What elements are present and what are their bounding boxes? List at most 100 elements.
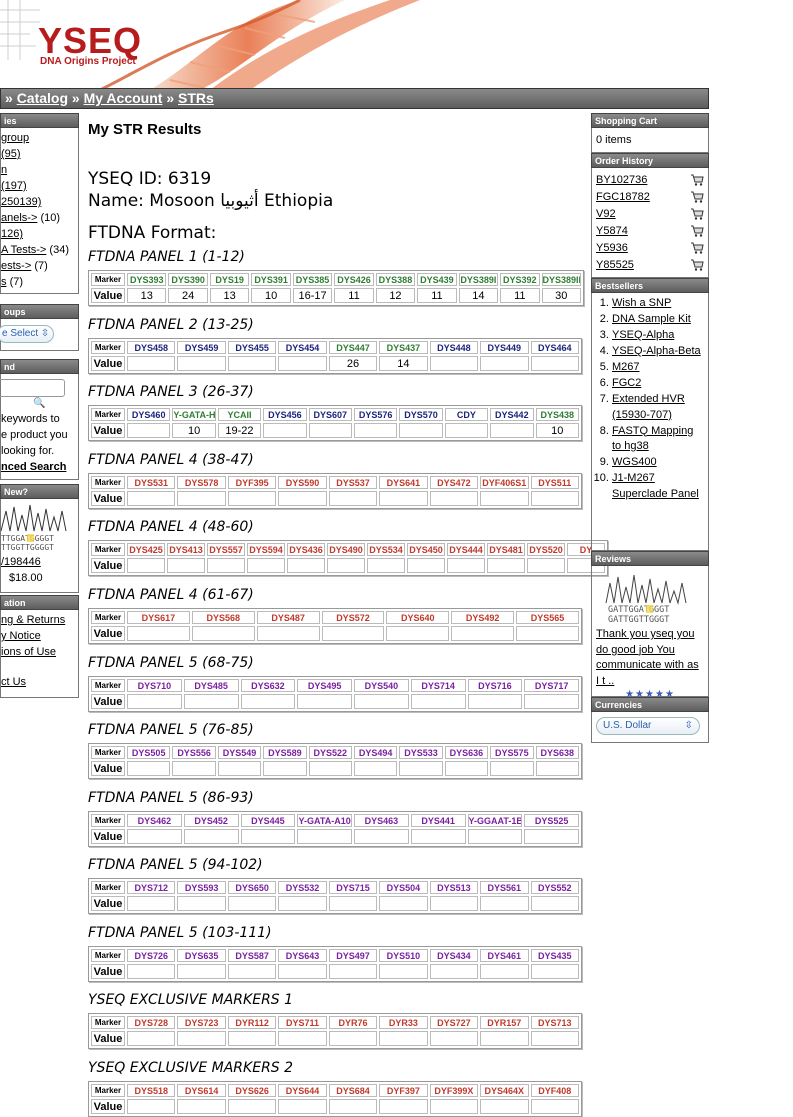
- str-panel-table: Marker DYS726 DYS635 DYS587 DYS643 DYS497 DYS5…: [88, 946, 582, 982]
- currency-select[interactable]: U.S. Dollar ⇳: [596, 717, 700, 735]
- svg-text:TTGGTTGGGGT: TTGGTTGGGGT: [1, 543, 54, 551]
- marker-label: Marker: [91, 341, 125, 354]
- order-history-link[interactable]: Y5874: [596, 225, 628, 237]
- info-link-contact[interactable]: ct Us: [1, 674, 78, 690]
- bestseller-item[interactable]: J1-M267 Superclade Panel: [612, 471, 704, 502]
- order-history-item[interactable]: FGC18782: [596, 188, 704, 205]
- marker-name: DYS504: [379, 881, 428, 894]
- bestseller-item[interactable]: YSEQ-Alpha-Beta: [612, 344, 704, 360]
- marker-value: [480, 896, 529, 911]
- marker-name: DYS413: [167, 543, 205, 556]
- marker-name: DYS607: [308, 408, 352, 421]
- marker-value: [429, 896, 479, 911]
- cart-icon[interactable]: [690, 174, 704, 186]
- bestseller-item[interactable]: WGS400: [612, 455, 704, 471]
- marker-value: [127, 558, 165, 573]
- order-history-link[interactable]: BY102736: [596, 174, 647, 186]
- groups-select[interactable]: e Select ⇳: [0, 325, 55, 343]
- advanced-search-link[interactable]: nced Search: [1, 459, 78, 475]
- marker-name: DYS640: [386, 611, 450, 624]
- info-link-shipping[interactable]: ng & Returns: [1, 612, 78, 628]
- marker-name: DYF408: [530, 1084, 579, 1097]
- bestseller-item[interactable]: FGC2: [612, 376, 704, 392]
- category-item[interactable]: 250139): [1, 194, 78, 210]
- order-history-item[interactable]: V92: [596, 205, 704, 222]
- category-item[interactable]: (197): [1, 178, 78, 194]
- order-history-link[interactable]: Y85525: [596, 259, 634, 271]
- marker-name: DYS497: [328, 949, 378, 962]
- category-item[interactable]: 126): [1, 226, 78, 242]
- marker-name: DYS492: [451, 611, 515, 624]
- bestseller-item[interactable]: DNA Sample Kit: [612, 312, 704, 328]
- category-item[interactable]: s (7): [1, 274, 78, 290]
- cart-icon[interactable]: [690, 225, 704, 237]
- marker-value: [321, 626, 385, 641]
- search-icon[interactable]: 🔍: [1, 397, 78, 411]
- bestseller-item[interactable]: Wish a SNP: [612, 296, 704, 312]
- value-label: Value: [91, 761, 125, 776]
- info-link-privacy[interactable]: y Notice: [1, 628, 78, 644]
- value-row: Value: [91, 1031, 579, 1046]
- marker-value: [527, 558, 565, 573]
- order-history-item[interactable]: BY102736: [596, 171, 704, 188]
- marker-value: 11: [500, 288, 540, 303]
- marker-value: [444, 423, 489, 438]
- marker-name: DYS578: [177, 476, 226, 489]
- category-item[interactable]: group: [1, 130, 78, 146]
- breadcrumb-strs[interactable]: STRs: [178, 90, 214, 106]
- value-label: Value: [91, 558, 125, 573]
- bestseller-item[interactable]: Extended HVR (15930-707): [612, 392, 704, 423]
- marker-value: [191, 626, 255, 641]
- category-item[interactable]: A Tests-> (34): [1, 242, 78, 258]
- marker-value: [127, 356, 176, 371]
- breadcrumb-my-account[interactable]: My Account: [84, 90, 163, 106]
- review-text[interactable]: Thank you yseq you do good job You commu…: [596, 627, 704, 689]
- value-row: Value: [91, 558, 605, 573]
- marker-value: [429, 356, 479, 371]
- chromatogram-image[interactable]: GATTGGATGGGT GATTGGTTGGGT: [596, 569, 702, 625]
- marker-name: DYS461: [480, 949, 529, 962]
- marker-value: [429, 964, 479, 979]
- marker-name: DYS711: [278, 1016, 327, 1029]
- marker-row: Marker DYS728 DYS723 DYR112 DYS711 DYR76 DYR33…: [91, 1016, 579, 1029]
- marker-name: YCAII: [217, 408, 262, 421]
- order-history-link[interactable]: V92: [596, 208, 616, 220]
- whats-new-link[interactable]: /198446: [1, 554, 78, 570]
- marker-value: [127, 491, 176, 506]
- order-history-item[interactable]: Y85525: [596, 256, 704, 273]
- bestseller-item[interactable]: FASTQ Mapping to hg38: [612, 424, 704, 455]
- cart-icon[interactable]: [690, 191, 704, 203]
- breadcrumb-catalog[interactable]: Catalog: [17, 90, 68, 106]
- groups-box: e Select ⇳: [0, 319, 79, 351]
- marker-name: DYS454: [278, 341, 327, 354]
- order-history-item[interactable]: Y5874: [596, 222, 704, 239]
- order-history-link[interactable]: FGC18782: [596, 191, 650, 203]
- search-input[interactable]: [0, 379, 65, 397]
- breadcrumb-separator: »: [71, 90, 80, 106]
- str-panel-table: Marker DYS462 DYS452 DYS445 Y-GATA-A10 DYS463…: [88, 811, 582, 847]
- marker-name: DYS391: [251, 273, 291, 286]
- marker-value: [217, 761, 262, 776]
- marker-value: [399, 761, 443, 776]
- marker-value: [530, 964, 579, 979]
- marker-value: [429, 1031, 479, 1046]
- marker-name: DYS589: [263, 746, 307, 759]
- marker-row: Marker DYS393 DYS390 DYS19 DYS391 DYS385 DYS42…: [91, 273, 581, 286]
- order-history-link[interactable]: Y5936: [596, 242, 628, 254]
- bestseller-item[interactable]: YSEQ-Alpha: [612, 328, 704, 344]
- cart-icon[interactable]: [690, 259, 704, 271]
- bestseller-item[interactable]: M267: [612, 360, 704, 376]
- category-item[interactable]: ests-> (7): [1, 258, 78, 274]
- info-link-conditions[interactable]: ions of Use: [1, 644, 78, 660]
- groups-heading: oups: [0, 304, 79, 319]
- cart-icon[interactable]: [690, 242, 704, 254]
- chromatogram-image[interactable]: TTGGATGGGGT TTGGTTGGGGT: [0, 501, 79, 552]
- category-item[interactable]: anels-> (10): [1, 210, 78, 226]
- order-history-item[interactable]: Y5936: [596, 239, 704, 256]
- cart-icon[interactable]: [690, 208, 704, 220]
- value-row: Value 10 19-22 10: [91, 423, 579, 438]
- category-item[interactable]: (95): [1, 146, 78, 162]
- category-item[interactable]: n: [1, 162, 78, 178]
- marker-value: [386, 626, 450, 641]
- str-panel-table: Marker DYS505 DYS556 DYS549 DYS589 DYS522 DYS4…: [88, 743, 582, 779]
